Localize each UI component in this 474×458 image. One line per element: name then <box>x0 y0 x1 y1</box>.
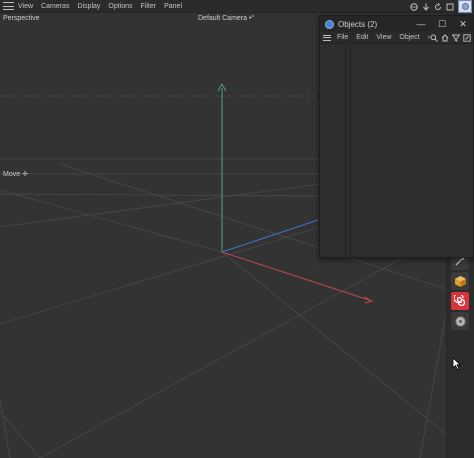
rotate-icon[interactable] <box>434 2 442 11</box>
expand-icon[interactable] <box>463 34 471 42</box>
camera-badge-icon[interactable] <box>458 0 472 13</box>
cinema4d-app-icon <box>325 19 334 29</box>
objects-menu-object[interactable]: Object <box>399 34 419 41</box>
generator-button[interactable] <box>451 312 469 330</box>
viewport-menubar: View Cameras Display Options Filter Pane… <box>0 0 474 13</box>
menu-panel[interactable]: Panel <box>164 3 182 10</box>
z-axis <box>221 219 319 253</box>
objects-menu-file[interactable]: File <box>337 34 348 41</box>
move-icon: ✛ <box>22 171 28 178</box>
objects-titlebar[interactable]: Objects (2) — ☐ ✕ <box>320 16 473 32</box>
sphere-icon[interactable] <box>410 2 418 11</box>
objects-hamburger-icon[interactable] <box>323 34 331 41</box>
objects-menubar: File Edit View Object › <box>320 32 473 44</box>
viewport-nav-icons <box>410 0 474 13</box>
home-icon[interactable] <box>441 34 449 42</box>
x-axis <box>221 251 373 302</box>
maximize-button[interactable]: ☐ <box>432 16 452 32</box>
active-tool-label: Move ✛ <box>3 170 28 178</box>
menu-view[interactable]: View <box>18 3 33 10</box>
projection-label[interactable]: Perspective <box>3 15 40 22</box>
objects-menu-edit[interactable]: Edit <box>356 34 368 41</box>
menu-display[interactable]: Display <box>77 3 100 10</box>
camera-label[interactable]: Default Camera •° <box>198 15 254 22</box>
minimize-button[interactable]: — <box>411 16 431 32</box>
objects-window-title: Objects (2) <box>338 19 378 29</box>
objects-list-area[interactable] <box>320 45 473 257</box>
camera-settings-icon[interactable]: •° <box>249 15 254 22</box>
cube-button[interactable] <box>451 272 469 290</box>
mouse-cursor-icon <box>452 357 461 370</box>
hamburger-menu-icon[interactable] <box>3 2 14 10</box>
filter-icon[interactable] <box>451 34 461 42</box>
spline-button[interactable] <box>451 292 469 310</box>
objects-window[interactable]: Objects (2) — ☐ ✕ File Edit View Object … <box>319 15 474 258</box>
search-icon[interactable] <box>430 34 438 42</box>
menu-options[interactable]: Options <box>108 3 132 10</box>
objects-column-divider[interactable] <box>345 45 346 257</box>
menu-cameras[interactable]: Cameras <box>41 3 69 10</box>
spline-icon <box>453 294 465 306</box>
cube-icon <box>454 275 466 287</box>
tool-name: Move <box>3 171 21 178</box>
objects-menu-view[interactable]: View <box>376 34 391 41</box>
close-button[interactable]: ✕ <box>453 16 473 32</box>
arrow-down-icon[interactable] <box>422 3 430 11</box>
objects-toolbar <box>430 32 471 44</box>
camera-name: Default Camera <box>198 15 248 22</box>
objects-column-divider-2[interactable] <box>350 45 351 257</box>
render-icon[interactable] <box>446 3 454 11</box>
gear-icon <box>454 315 466 327</box>
menu-filter[interactable]: Filter <box>141 3 157 10</box>
